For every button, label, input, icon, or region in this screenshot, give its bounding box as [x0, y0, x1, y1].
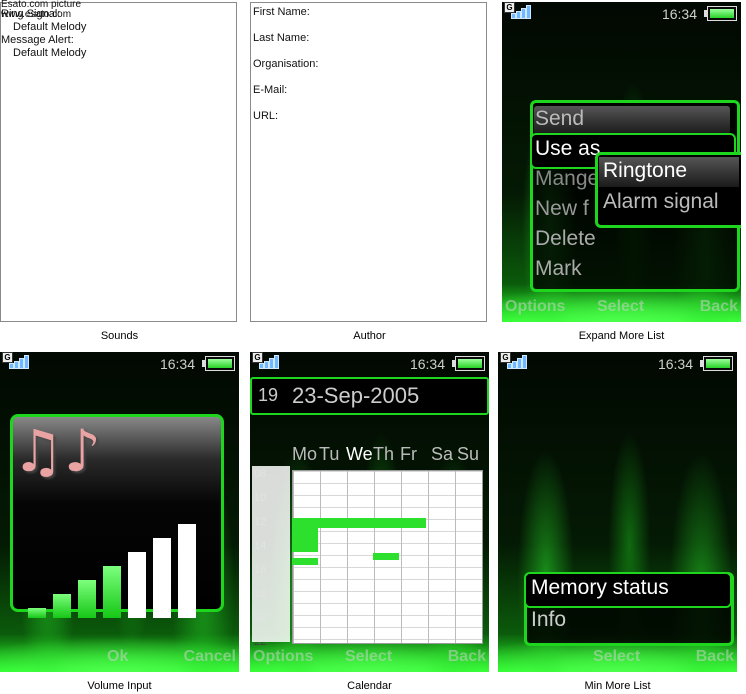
organisation-field[interactable]: Organisation:: [253, 58, 318, 84]
day-th[interactable]: Th: [373, 444, 394, 465]
volume-bar: [103, 566, 121, 618]
clock: 16:34: [409, 356, 445, 372]
last-name-field[interactable]: Last Name:: [253, 32, 318, 58]
caption-min-more-list: Min More List: [584, 680, 651, 692]
menu-item-delete[interactable]: Delete: [535, 227, 596, 251]
softkey-options[interactable]: Options: [253, 648, 313, 666]
signal-icon: [506, 5, 531, 19]
submenu-item-ringtone[interactable]: Ringtone: [603, 159, 687, 183]
softkey-select[interactable]: Select: [345, 648, 392, 666]
submenu-item-alarm-signal[interactable]: Alarm signal: [603, 190, 719, 214]
softkey-bar: Options Select Back: [502, 296, 741, 322]
softkey-bar: Options Select Back: [250, 646, 489, 672]
clock: 16:34: [661, 6, 697, 22]
caption-expand-more-list: Expand More List: [578, 330, 665, 342]
softkey-options[interactable]: Options: [505, 298, 565, 316]
volume-bar: [153, 538, 171, 618]
phone-screen: G 16:34 Memory status Info Select Back: [498, 352, 737, 672]
day-su[interactable]: Su: [457, 444, 479, 465]
phone-screen: G 16:34 ♫♪ Ok Cancel: [0, 352, 239, 672]
event-block[interactable]: [292, 558, 318, 565]
status-bar: G 16:34: [250, 352, 489, 372]
menu-item-new-folder[interactable]: New f: [535, 197, 589, 221]
phone-screen: G 16:34 Send Use as Mange New f Delete M…: [502, 2, 741, 322]
clock: 16:34: [657, 356, 693, 372]
caption-volume-input: Volume Input: [87, 680, 152, 692]
menu-item-manage[interactable]: Mange: [535, 167, 599, 191]
caption-calendar: Calendar: [347, 680, 392, 692]
clock: 16:34: [159, 356, 195, 372]
menu-item-memory-status[interactable]: Memory status: [531, 576, 669, 600]
softkey-bar: Select Back: [498, 646, 737, 672]
signal-icon: [4, 355, 29, 369]
volume-bars[interactable]: [28, 522, 204, 618]
message-alert-value[interactable]: Default Melody: [1, 47, 86, 60]
day-we[interactable]: We: [346, 444, 373, 465]
menu-item-mark[interactable]: Mark: [535, 257, 582, 281]
menu-item-use-as[interactable]: Use as: [535, 137, 600, 161]
softkey-select[interactable]: Select: [597, 298, 644, 316]
day-fr[interactable]: Fr: [400, 444, 417, 465]
signal-icon: [254, 355, 279, 369]
battery-icon: [700, 356, 733, 371]
caption-sounds: Sounds: [100, 330, 139, 342]
volume-bar: [128, 552, 146, 618]
ring-signal-value[interactable]: Default Melody: [1, 21, 86, 34]
week-number: 19: [258, 385, 279, 405]
date-header: 19 23-Sep-2005: [250, 377, 489, 415]
ring-signal-label: Ring Signal:: [1, 8, 61, 20]
softkey-back[interactable]: Back: [448, 648, 486, 666]
battery-icon: [452, 356, 485, 371]
phone-screen: G 16:34 19 23-Sep-2005 Mo Tu We Th Fr Sa…: [250, 352, 489, 672]
message-alert-label: Message Alert:: [1, 34, 74, 46]
menu-item-info[interactable]: Info: [531, 608, 566, 632]
caption-author: Author: [353, 330, 386, 342]
softkey-back[interactable]: Back: [700, 298, 738, 316]
status-bar: G 16:34: [502, 2, 741, 22]
signal-icon: [502, 355, 527, 369]
battery-icon: [704, 6, 737, 21]
battery-icon: [202, 356, 235, 371]
softkey-cancel[interactable]: Cancel: [184, 648, 236, 666]
volume-bar: [28, 608, 46, 618]
event-block[interactable]: [373, 553, 399, 560]
day-headers: Mo Tu We Th Fr Sa Su: [292, 444, 482, 466]
hour-column-bg: [252, 466, 290, 642]
music-note-icon: ♫♪: [12, 417, 102, 485]
softkey-ok[interactable]: Ok: [107, 648, 128, 666]
email-field[interactable]: E-Mail:: [253, 84, 318, 110]
status-bar: G 16:34: [0, 352, 239, 372]
first-name-field[interactable]: First Name:: [253, 6, 318, 32]
menu-item-send[interactable]: Send: [535, 107, 584, 131]
volume-bar: [78, 580, 96, 618]
day-mo[interactable]: Mo: [292, 444, 317, 465]
event-block[interactable]: [292, 518, 426, 528]
volume-bar: [178, 524, 196, 618]
volume-bar: [53, 594, 71, 618]
day-tu[interactable]: Tu: [319, 444, 339, 465]
softkey-back[interactable]: Back: [696, 648, 734, 666]
status-bar: G 16:34: [498, 352, 737, 372]
day-sa[interactable]: Sa: [431, 444, 453, 465]
url-field[interactable]: URL:: [253, 110, 318, 136]
current-date: 23-Sep-2005: [292, 383, 420, 408]
softkey-bar: Ok Cancel: [0, 646, 239, 672]
softkey-select[interactable]: Select: [593, 648, 640, 666]
